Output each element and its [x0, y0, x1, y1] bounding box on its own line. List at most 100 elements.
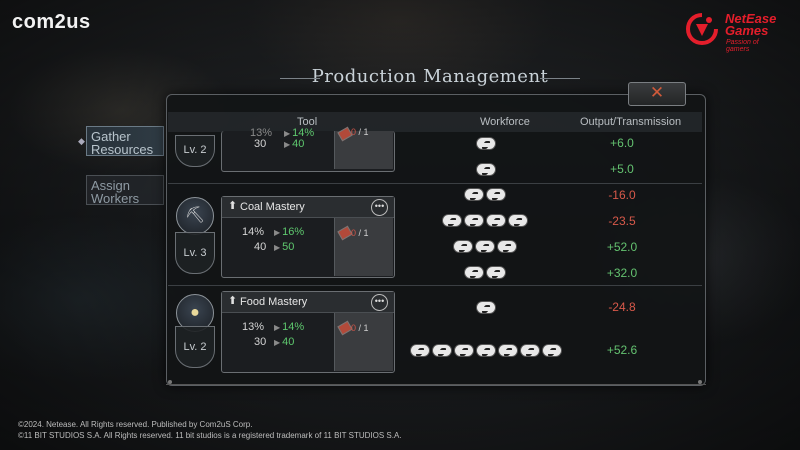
skill-current-workers: 40 — [254, 241, 267, 253]
worker-icon — [477, 164, 495, 175]
output-value: +52.0 — [606, 240, 638, 254]
workforce-slots[interactable] — [477, 138, 495, 150]
output-value: +52.6 — [606, 343, 638, 357]
copyright-line-2: ©11 BIT STUDIOS S.A. All Rights reserved… — [18, 431, 402, 440]
workforce-slots[interactable] — [465, 189, 505, 201]
output-value: +5.0 — [610, 162, 634, 176]
skill-next-workers-value: 40 — [292, 138, 305, 150]
skill-next-pct: ▶ 16% — [274, 226, 305, 238]
more-options-button[interactable]: ••• — [371, 199, 388, 216]
tool-slot[interactable]: 0 / 1 — [334, 218, 393, 276]
skill-current-workers: 30 — [254, 138, 267, 150]
close-button[interactable]: ✕ — [628, 82, 686, 106]
worker-icon — [487, 215, 505, 226]
worker-icon — [465, 267, 483, 278]
worker-icon — [476, 241, 494, 252]
worker-icon — [465, 189, 483, 200]
skill-next-pct-value: 16% — [282, 226, 305, 238]
output-value: -23.5 — [608, 214, 636, 228]
column-header-workforce: Workforce — [480, 116, 530, 128]
workforce-slots[interactable] — [454, 241, 516, 253]
row-divider — [168, 183, 702, 184]
skill-next-workers-value: 40 — [282, 336, 295, 348]
upgrade-arrow-icon: ⬆ — [228, 200, 238, 212]
skill-current-pct: 14% — [242, 226, 265, 238]
skill-next-workers: ▶ 40 — [284, 138, 305, 150]
tool-count: 0 / 1 — [351, 323, 369, 333]
panel-corner-dot — [698, 380, 702, 384]
skill-card-header: ⬆ Coal Mastery ••• — [222, 197, 394, 218]
skill-level-badge: Lv. 3 — [175, 232, 215, 274]
tab-assign-workers-label: Assign Workers — [91, 178, 140, 206]
skill-current-workers: 30 — [254, 336, 267, 348]
worker-icon — [499, 345, 517, 356]
more-options-button[interactable]: ••• — [371, 294, 388, 311]
output-value: +32.0 — [606, 266, 638, 280]
workforce-slots[interactable] — [443, 215, 527, 227]
tool-count: 0 / 1 — [351, 127, 369, 137]
skill-card-header: ⬆ Food Mastery ••• — [222, 292, 394, 313]
skill-next-workers: ▶ 40 — [274, 336, 295, 348]
worker-icon — [455, 345, 473, 356]
skill-name: Coal Mastery — [240, 201, 305, 213]
skill-next-workers-value: 50 — [282, 241, 295, 253]
column-header-output: Output/Transmission — [580, 116, 682, 128]
tab-gather-resources-label: Gather Resources — [91, 129, 154, 157]
output-value: -16.0 — [608, 188, 636, 202]
workforce-slots[interactable] — [477, 302, 495, 314]
panel-bottom-border — [166, 376, 706, 385]
worker-icon — [433, 345, 451, 356]
worker-icon — [477, 345, 495, 356]
worker-icon — [543, 345, 561, 356]
worker-icon — [477, 302, 495, 313]
skill-next-pct-value: 14% — [282, 321, 305, 333]
tab-assign-workers[interactable]: Assign Workers — [86, 175, 164, 205]
netease-tagline: Passion of gamers — [726, 39, 759, 53]
worker-icon — [465, 215, 483, 226]
copyright-notice: ©2024. Netease. All Rights reserved. Pub… — [18, 419, 402, 441]
window-title: Production Management — [311, 66, 549, 87]
copyright-line-1: ©2024. Netease. All Rights reserved. Pub… — [18, 420, 253, 429]
netease-brand-line-2: Games — [725, 23, 769, 38]
window-title-bar: Production Management — [280, 66, 580, 92]
output-value: -24.8 — [608, 300, 636, 314]
skill-card-coal-mastery[interactable]: ⬆ Coal Mastery ••• 14% ▶ 16% 40 ▶ 50 0 / 1 — [221, 196, 395, 278]
workforce-slots[interactable] — [465, 267, 505, 279]
skill-current-pct: 13% — [242, 321, 265, 333]
worker-icon — [411, 345, 429, 356]
netease-brand-name: NetEase Games — [725, 12, 776, 38]
skill-card-food-mastery[interactable]: ⬆ Food Mastery ••• 13% ▶ 14% 30 ▶ 40 0 / 1 — [221, 291, 395, 373]
worker-icon — [521, 345, 539, 356]
skill-next-pct: ▶ 14% — [274, 321, 305, 333]
workforce-slots[interactable] — [411, 345, 561, 357]
skill-name: Food Mastery — [240, 296, 308, 308]
tool-slot[interactable]: 0 / 1 — [334, 126, 393, 169]
netease-swirl-icon — [685, 13, 718, 46]
worker-icon — [509, 215, 527, 226]
netease-logo: NetEase Games Passion of gamers — [685, 10, 780, 53]
output-value: +6.0 — [610, 136, 634, 150]
active-tab-marker-icon: ◆ — [78, 136, 85, 146]
worker-icon — [487, 267, 505, 278]
coal-icon: ⛏ — [176, 197, 214, 235]
worker-icon — [477, 138, 495, 149]
worker-icon — [454, 241, 472, 252]
title-ornament-right — [540, 78, 580, 79]
tool-count: 0 / 1 — [351, 228, 369, 238]
skill-level-badge: Lv. 2 — [175, 135, 215, 167]
tool-slot[interactable]: 0 / 1 — [334, 313, 393, 371]
row-divider — [168, 285, 702, 286]
skill-card[interactable]: 13% ▶ 14% 30 ▶ 40 0 / 1 — [221, 126, 395, 172]
close-x-icon: ✕ — [649, 83, 665, 102]
worker-icon — [487, 189, 505, 200]
com2us-logo: com2us — [12, 11, 91, 33]
worker-icon — [498, 241, 516, 252]
skill-next-workers: ▶ 50 — [274, 241, 295, 253]
workforce-slots[interactable] — [477, 164, 495, 176]
worker-icon — [443, 215, 461, 226]
coal-glyph-icon: ⛏ — [184, 207, 206, 224]
title-ornament-left — [280, 78, 320, 79]
skill-level-badge: Lv. 2 — [175, 326, 215, 368]
tab-gather-resources[interactable]: Gather Resources — [86, 126, 164, 156]
upgrade-arrow-icon: ⬆ — [228, 295, 238, 307]
